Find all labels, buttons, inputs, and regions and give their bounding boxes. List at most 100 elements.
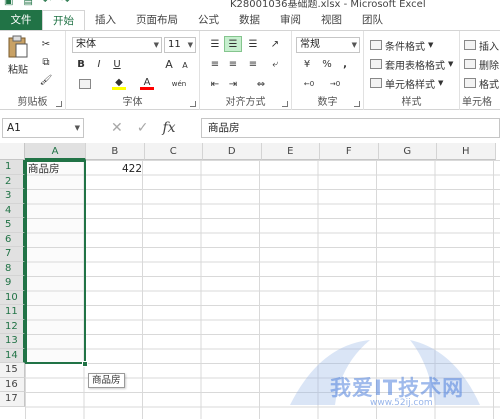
row-header-15[interactable]: 15 [0,363,25,378]
delete-cells-button[interactable]: 删除 [464,56,499,72]
comma-button[interactable]: , [338,57,352,71]
cells-group-label: 单元格 [462,97,492,108]
copy-icon[interactable]: ⧉ [38,55,54,69]
merge-center-icon[interactable]: ⇔ [248,77,274,91]
fill-handle[interactable] [82,361,88,367]
watermark-url: www.52ij.com [370,398,433,408]
undo-icon[interactable]: ↶ [43,0,51,7]
enter-icon[interactable]: ✓ [137,120,149,136]
underline-button[interactable]: U [110,57,124,71]
tab-data[interactable]: 数据 [229,10,270,30]
row-header-4[interactable]: 4 [0,203,25,218]
insert-icon [464,40,476,50]
column-header-a[interactable]: A [25,143,86,160]
name-box[interactable]: A1 ▼ [2,118,84,138]
shrink-font-button[interactable]: A [178,58,192,72]
font-launcher[interactable] [190,101,196,107]
font-name-dropdown[interactable]: 宋体 ▼ [72,37,162,53]
row-header-6[interactable]: 6 [0,232,25,247]
insert-cells-button[interactable]: 插入 [464,37,499,53]
grow-font-button[interactable]: A [162,57,176,71]
format-painter-icon[interactable]: 🖌 [38,73,54,87]
excel-logo-icon: ▣ [4,0,14,7]
align-center-icon[interactable]: ≡ [224,57,242,71]
wrap-text-icon[interactable]: ⤶ [266,57,284,71]
row-header-7[interactable]: 7 [0,247,25,262]
column-header-b[interactable]: B [86,143,145,160]
cell-styles-button[interactable]: 单元格样式 ▼ [370,75,443,91]
borders-button[interactable] [74,77,96,91]
format-as-table-button[interactable]: 套用表格格式 ▼ [370,56,453,72]
column-header-d[interactable]: D [203,143,262,160]
font-size-dropdown[interactable]: 11 ▼ [164,37,196,53]
column-header-g[interactable]: G [378,143,437,160]
fill-color-button[interactable]: ◆ [108,77,130,91]
cancel-icon[interactable]: ✕ [111,120,123,136]
percent-button[interactable]: % [320,57,334,71]
row-header-14[interactable]: 14 [0,348,25,363]
phonetic-button[interactable]: wén [168,77,190,91]
row-header-11[interactable]: 11 [0,305,25,320]
column-header-h[interactable]: H [437,143,496,160]
align-left-icon[interactable]: ≡ [206,57,224,71]
column-header-c[interactable]: C [144,143,203,160]
tab-home[interactable]: 开始 [42,10,85,31]
italic-button[interactable]: I [92,57,106,71]
font-color-button[interactable]: A [138,77,156,91]
orientation-icon[interactable]: ↗ [266,37,284,51]
tab-page-layout[interactable]: 页面布局 [126,10,188,30]
number-launcher[interactable] [354,101,360,107]
row-header-1[interactable]: 1 [0,160,25,175]
tab-file[interactable]: 文件 [0,10,42,30]
clipboard-launcher[interactable] [56,101,62,107]
borders-icon [79,79,91,89]
row-header-5[interactable]: 5 [0,218,25,233]
group-font: 宋体 ▼ 11 ▼ B I U A A ◆ A wén 字体 [66,31,200,110]
tab-team[interactable]: 团队 [352,10,393,30]
conditional-format-button[interactable]: 条件格式 ▼ [370,37,433,53]
row-header-12[interactable]: 12 [0,319,25,334]
alignment-launcher[interactable] [282,101,288,107]
row-header-13[interactable]: 13 [0,334,25,349]
increase-decimal-icon[interactable]: ←0 [298,77,320,91]
formula-bar: A1 ▼ ✕ ✓ fx 商品房 [0,116,500,140]
column-header-e[interactable]: E [261,143,320,160]
bold-button[interactable]: B [74,57,88,71]
redo-icon[interactable]: ↷ [61,0,69,7]
group-cells: 插入 删除 格式 单元格 [460,31,500,110]
save-icon[interactable]: ▤ [23,0,32,7]
number-format-dropdown[interactable]: 常规 ▼ [296,37,360,53]
increase-indent-icon[interactable]: ⇥ [224,77,242,91]
format-cells-button[interactable]: 格式 [464,75,499,91]
format-as-table-label: 套用表格格式 [385,60,445,72]
tab-insert[interactable]: 插入 [85,10,126,30]
decrease-indent-icon[interactable]: ⇤ [206,77,224,91]
row-header-3[interactable]: 3 [0,189,25,204]
align-top-icon[interactable]: ☰ [206,37,224,51]
align-middle-icon[interactable]: ☰ [224,36,242,52]
conditional-format-label: 条件格式 [385,41,425,53]
align-bottom-icon[interactable]: ☰ [244,37,262,51]
select-all-corner[interactable] [0,143,25,160]
row-header-16[interactable]: 16 [0,377,25,392]
tab-view[interactable]: 视图 [311,10,352,30]
tab-review[interactable]: 审阅 [270,10,311,30]
row-header-9[interactable]: 9 [0,276,25,291]
row-header-17[interactable]: 17 [0,392,25,407]
insert-function-icon[interactable]: fx [162,120,175,136]
cell-B1[interactable]: 422 [86,162,142,177]
row-header-8[interactable]: 8 [0,261,25,276]
column-header-f[interactable]: F [320,143,379,160]
decrease-decimal-icon[interactable]: →0 [324,77,346,91]
chevron-down-icon: ▼ [351,41,357,49]
paste-button[interactable]: 粘贴 [4,35,32,76]
row-header-10[interactable]: 10 [0,290,25,305]
row-header-2[interactable]: 2 [0,174,25,189]
tab-formulas[interactable]: 公式 [188,10,229,30]
formula-input[interactable]: 商品房 [201,118,500,138]
cut-icon[interactable]: ✂ [38,37,54,51]
align-right-icon[interactable]: ≡ [244,57,262,71]
currency-icon[interactable]: ¥ [298,57,316,71]
name-box-value: A1 [7,122,21,134]
delete-icon [464,59,476,69]
